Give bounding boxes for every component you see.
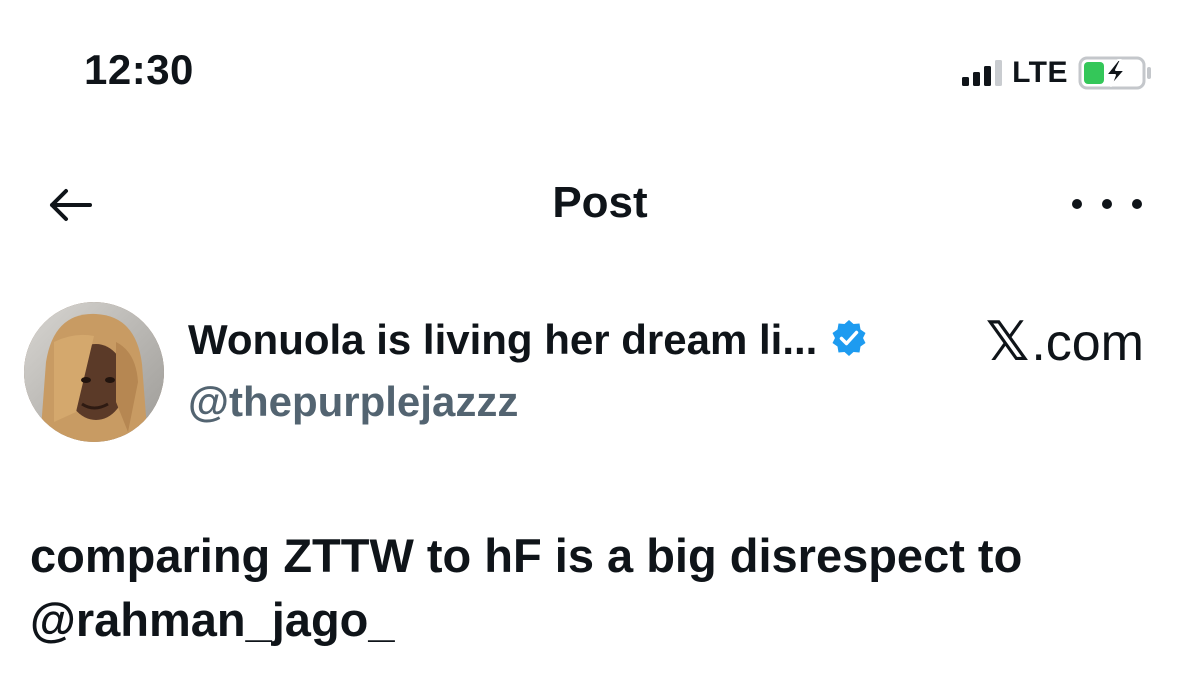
signal-strength-icon — [962, 60, 1003, 86]
status-time: 12:30 — [84, 46, 194, 93]
post-screen: 12:30 LTE Post Wonuola is living her dre… — [0, 0, 1200, 678]
author-name-row[interactable]: Wonuola is living her dream li... — [188, 316, 869, 364]
avatar[interactable] — [24, 302, 164, 442]
verified-badge-icon — [829, 318, 869, 363]
status-indicators: LTE — [962, 56, 1154, 90]
source-domain: .com — [1031, 314, 1144, 372]
network-type: LTE — [1012, 56, 1068, 89]
post-body: comparing ZTTW to hF is a big disrespect… — [30, 524, 1170, 652]
more-horizontal-icon — [1072, 199, 1082, 209]
mention-link[interactable]: @rahman_jago_ — [30, 588, 1170, 652]
battery-icon — [1078, 56, 1154, 90]
post-header: Post — [0, 170, 1200, 240]
author-handle[interactable]: @thepurplejazzz — [188, 378, 518, 426]
source-watermark: 𝕏 .com — [986, 310, 1144, 373]
x-logo-icon: 𝕏 — [985, 310, 1030, 373]
more-options-button[interactable] — [1072, 184, 1142, 224]
post-text-line: comparing ZTTW to hF is a big disrespect… — [30, 529, 1023, 582]
page-title: Post — [552, 178, 648, 227]
author-display-name[interactable]: Wonuola is living her dream li... — [188, 316, 817, 364]
